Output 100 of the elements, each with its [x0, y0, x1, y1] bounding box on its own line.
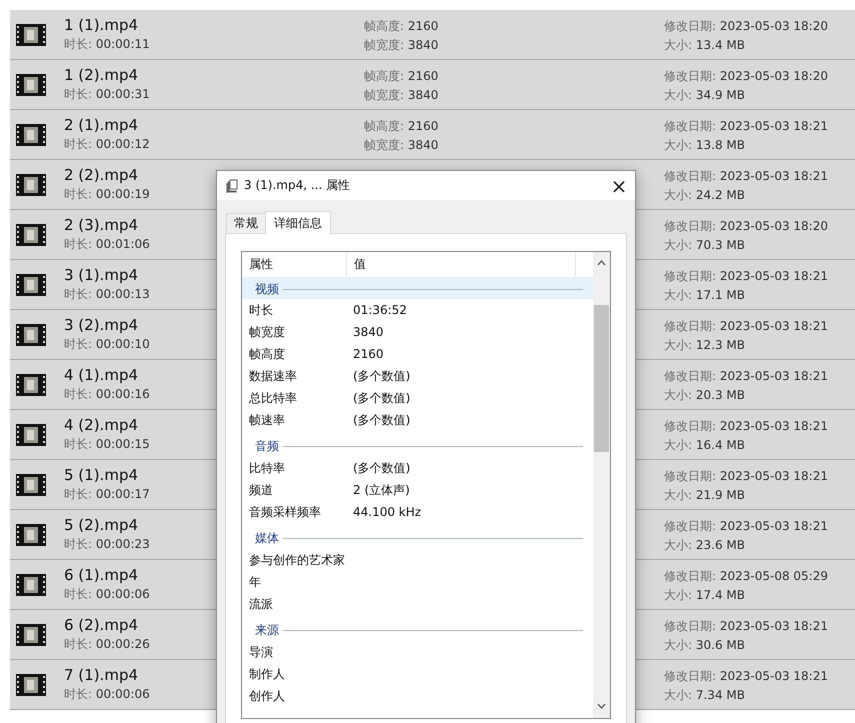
property-name: 导演: [249, 644, 274, 660]
video-file-icon: [16, 324, 46, 346]
frame-width-text: 帧宽度: 3840: [364, 87, 438, 104]
modified-date-text: 修改日期: 2023-05-03 18:20: [664, 18, 828, 35]
property-value: 44.100 kHz: [353, 505, 422, 519]
size-text: 大小: 21.9 MB: [664, 487, 745, 504]
video-file-icon: [16, 674, 46, 696]
tab[interactable]: 详细信息: [265, 211, 331, 234]
property-name: 音频采样频率: [249, 504, 322, 520]
duration-text: 时长: 00:00:17: [64, 486, 150, 503]
duration-text: 时长: 00:00:13: [64, 286, 150, 303]
modified-date-text: 修改日期: 2023-05-03 18:21: [664, 618, 828, 635]
duration-text: 时长: 00:01:06: [64, 236, 150, 253]
duration-text: 时长: 00:00:11: [64, 36, 150, 53]
file-name: 2 (3).mp4: [64, 215, 138, 235]
video-file-icon: [16, 474, 46, 496]
property-value: 3840: [353, 325, 384, 339]
modified-date-text: 修改日期: 2023-05-03 18:20: [664, 68, 828, 85]
scrollbar-thumb[interactable]: [594, 305, 609, 452]
property-value: (多个数值): [353, 412, 410, 428]
group-title[interactable]: 媒体: [255, 530, 279, 546]
file-name: 4 (1).mp4: [64, 365, 138, 385]
duration-text: 时长: 00:00:19: [64, 186, 150, 203]
frame-height-text: 帧高度: 2160: [364, 18, 438, 35]
video-file-icon: [16, 24, 46, 46]
property-name: 帧速率: [249, 412, 286, 428]
dialog-title: 3 (1).mp4, ... 属性: [244, 177, 352, 194]
frame-width-text: 帧宽度: 3840: [364, 137, 438, 154]
property-name: 参与创作的艺术家: [249, 552, 346, 568]
duration-text: 时长: 00:00:06: [64, 686, 150, 703]
duration-text: 时长: 00:00:26: [64, 636, 150, 653]
video-file-icon: [16, 524, 46, 546]
property-name: 比特率: [249, 460, 286, 476]
property-name: 时长: [249, 302, 274, 318]
modified-date-text: 修改日期: 2023-05-03 18:21: [664, 268, 828, 285]
size-text: 大小: 13.8 MB: [664, 137, 745, 154]
video-file-icon: [16, 124, 46, 146]
file-name: 3 (2).mp4: [64, 315, 138, 335]
property-value: (多个数值): [353, 460, 410, 476]
modified-date-text: 修改日期: 2023-05-03 18:20: [664, 218, 828, 235]
duration-text: 时长: 00:00:12: [64, 136, 150, 153]
property-name: 制作人: [249, 666, 286, 682]
group-header-row[interactable]: 视频: [242, 277, 593, 299]
file-name: 1 (2).mp4: [64, 65, 138, 85]
modified-date-text: 修改日期: 2023-05-03 18:21: [664, 518, 828, 535]
property-name: 帧高度: [249, 346, 286, 362]
modified-date-text: 修改日期: 2023-05-03 18:21: [664, 468, 828, 485]
scrollbar[interactable]: [593, 252, 610, 718]
file-name: 5 (1).mp4: [64, 465, 138, 485]
modified-date-text: 修改日期: 2023-05-08 05:29: [664, 568, 828, 585]
documents-icon: [226, 178, 238, 192]
frame-width-text: 帧宽度: 3840: [364, 37, 438, 54]
duration-text: 时长: 00:00:06: [64, 586, 150, 603]
modified-date-text: 修改日期: 2023-05-03 18:21: [664, 668, 828, 685]
size-text: 大小: 12.3 MB: [664, 337, 745, 354]
file-name: 2 (1).mp4: [64, 115, 138, 135]
group-title[interactable]: 来源: [255, 622, 279, 638]
modified-date-text: 修改日期: 2023-05-03 18:21: [664, 318, 828, 335]
property-value: (多个数值): [353, 390, 410, 406]
group-title[interactable]: 音频: [255, 438, 279, 454]
file-name: 6 (2).mp4: [64, 615, 138, 635]
video-file-icon: [16, 74, 46, 96]
video-file-icon: [16, 174, 46, 196]
size-text: 大小: 70.3 MB: [664, 237, 745, 254]
property-name: 总比特率: [249, 390, 298, 406]
size-text: 大小: 17.1 MB: [664, 287, 745, 304]
modified-date-text: 修改日期: 2023-05-03 18:21: [664, 368, 828, 385]
modified-date-text: 修改日期: 2023-05-03 18:21: [664, 418, 828, 435]
size-text: 大小: 23.6 MB: [664, 537, 745, 554]
tab[interactable]: 常规: [226, 213, 266, 233]
property-name: 频道: [249, 482, 274, 498]
property-value: 2160: [353, 347, 384, 361]
property-name: 年: [249, 574, 262, 590]
duration-text: 时长: 00:00:31: [64, 86, 150, 103]
size-text: 大小: 17.4 MB: [664, 587, 745, 604]
video-file-icon: [16, 274, 46, 296]
property-name: 创作人: [249, 688, 286, 704]
close-button[interactable]: ×: [603, 171, 635, 200]
file-name: 2 (2).mp4: [64, 165, 138, 185]
frame-height-text: 帧高度: 2160: [364, 118, 438, 135]
file-name: 5 (2).mp4: [64, 515, 138, 535]
video-file-icon: [16, 424, 46, 446]
file-name: 1 (1).mp4: [64, 15, 138, 35]
modified-date-text: 修改日期: 2023-05-03 18:21: [664, 118, 828, 135]
video-file-icon: [16, 374, 46, 396]
size-text: 大小: 13.4 MB: [664, 37, 745, 54]
duration-text: 时长: 00:00:16: [64, 386, 150, 403]
file-name: 4 (2).mp4: [64, 415, 138, 435]
file-name: 6 (1).mp4: [64, 565, 138, 585]
size-text: 大小: 24.2 MB: [664, 187, 745, 204]
property-name: 数据速率: [249, 368, 298, 384]
property-value: 01:36:52: [353, 303, 407, 317]
property-name: 流派: [249, 596, 274, 612]
size-text: 大小: 16.4 MB: [664, 437, 745, 454]
video-file-icon: [16, 574, 46, 596]
video-file-icon: [16, 224, 46, 246]
duration-text: 时长: 00:00:10: [64, 336, 150, 353]
property-value: (多个数值): [353, 368, 410, 384]
video-file-icon: [16, 624, 46, 646]
size-text: 大小: 30.6 MB: [664, 637, 745, 654]
